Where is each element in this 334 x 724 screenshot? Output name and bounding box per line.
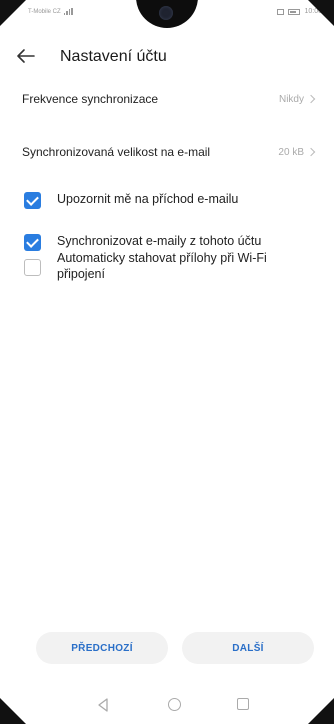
sync-size-row[interactable]: Synchronizovaná velikost na e-mail 20 kB <box>22 141 316 163</box>
nav-recents-icon[interactable] <box>237 698 249 710</box>
status-time: 10:00 <box>304 8 322 15</box>
page-title: Nastavení účtu <box>60 48 167 65</box>
sync-frequency-value: Nikdy <box>278 93 316 105</box>
signal-icon <box>63 8 73 15</box>
nav-home-icon[interactable] <box>168 698 181 711</box>
sync-size-value-text: 20 kB <box>278 146 304 158</box>
arrow-left-icon[interactable] <box>16 48 36 64</box>
carrier-name: T-Mobile CZ <box>28 8 61 15</box>
sync-emails-label: Synchronizovat e-maily z tohoto účtu <box>57 234 262 248</box>
sync-emails-checkbox[interactable] <box>24 234 41 251</box>
status-bar: T-Mobile CZ 10:00 <box>0 0 334 28</box>
next-button[interactable]: DALŠÍ <box>182 632 314 664</box>
navigation-bar <box>0 688 334 724</box>
sync-frequency-label: Frekvence synchronizace <box>22 92 159 106</box>
sync-frequency-value-text: Nikdy <box>278 93 304 105</box>
previous-button[interactable]: PŘEDCHOZÍ <box>36 632 168 664</box>
auto-download-label: Automaticky stahovat přílohy při Wi-Fi p… <box>57 251 267 281</box>
notify-email-checkbox[interactable] <box>24 192 41 209</box>
chevron-right-icon <box>306 147 316 157</box>
sync-emails-option[interactable]: Synchronizovat e-maily z tohoto účtu <box>24 233 314 251</box>
auto-download-checkbox[interactable] <box>24 259 41 276</box>
nav-back-icon[interactable] <box>97 698 109 712</box>
sim-icon <box>277 8 285 15</box>
sync-size-value: 20 kB <box>278 146 316 158</box>
app-header: Nastavení účtu <box>0 38 334 74</box>
status-right: 10:00 <box>277 8 322 15</box>
auto-download-option[interactable]: Automaticky stahovat přílohy při Wi-Fi p… <box>24 250 314 282</box>
chevron-right-icon <box>306 94 316 104</box>
status-left: T-Mobile CZ <box>28 8 73 15</box>
sync-frequency-row[interactable]: Frekvence synchronizace Nikdy <box>22 88 316 110</box>
sync-size-label: Synchronizovaná velikost na e-mail <box>22 145 211 159</box>
notify-email-option[interactable]: Upozornit mě na příchod e-mailu <box>24 191 314 209</box>
notify-email-label: Upozornit mě na příchod e-mailu <box>57 192 239 206</box>
battery-icon <box>288 8 301 15</box>
